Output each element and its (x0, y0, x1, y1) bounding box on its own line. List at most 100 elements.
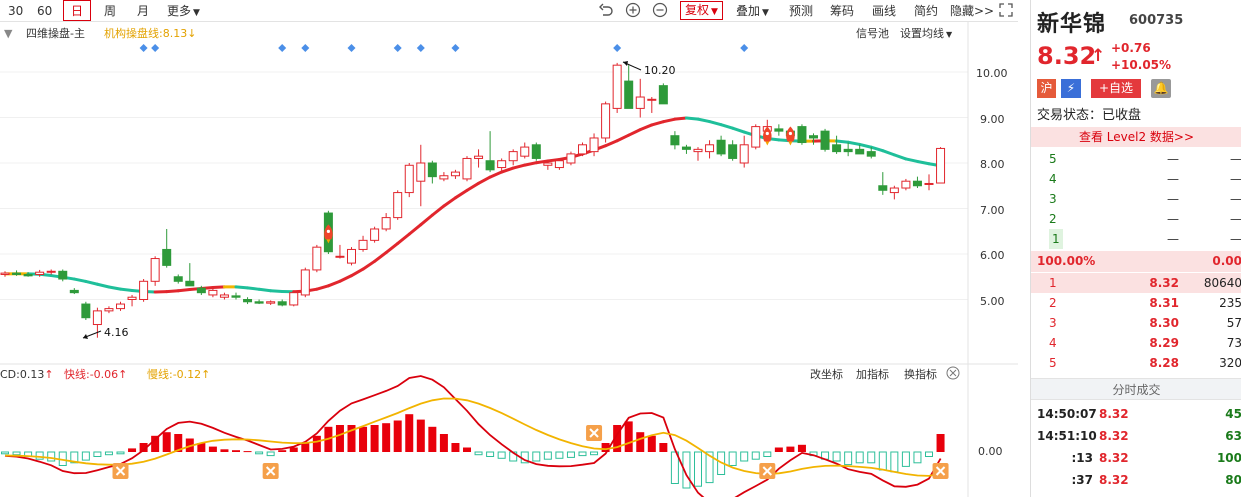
candle-body (58, 270, 68, 280)
macd-bar (936, 434, 945, 452)
price-change: +0.76 (1111, 41, 1151, 55)
candle-body (647, 98, 657, 101)
signal-pool-button[interactable]: 信号池 (856, 27, 889, 40)
macd-bar (890, 451, 899, 473)
macd-bar (913, 451, 922, 464)
hide-panel-button[interactable]: 隐藏>> (950, 2, 994, 20)
ticks-header: 分时成交 (1031, 378, 1241, 400)
overlay-label: 叠加 (736, 4, 761, 18)
macd-bar (901, 451, 910, 467)
level: 3 (1049, 192, 1057, 206)
tick-time: :37 (1071, 473, 1094, 487)
tick-volume: 100 (1216, 451, 1241, 465)
ma-segment (315, 284, 330, 291)
add-favorite-button[interactable]: +自选 (1091, 79, 1141, 98)
simple-mode-button[interactable]: 简约 (914, 2, 938, 20)
shanghai-badge: 沪 (1037, 79, 1056, 98)
macd-bar (855, 451, 864, 464)
crossover-x-icon (932, 463, 949, 479)
period-month-tab[interactable]: 月 (137, 2, 149, 20)
ma-segment (615, 133, 631, 143)
price: — (1167, 152, 1179, 166)
candle-body (81, 303, 91, 319)
candle-body (12, 272, 22, 275)
zoom-out-icon[interactable] (652, 2, 668, 18)
close-indicator-icon[interactable] (946, 366, 960, 380)
ma-segment (731, 126, 746, 134)
ma-segment (326, 279, 342, 288)
predict-button[interactable]: 预测 (789, 2, 813, 20)
level: 4 (1049, 172, 1057, 186)
chips-button[interactable]: 筹码 (830, 2, 854, 20)
undo-icon[interactable] (598, 2, 614, 18)
price-change-pct: +10.05% (1111, 58, 1172, 72)
candle-body (381, 217, 391, 230)
candle-body (277, 301, 287, 306)
macd-bar (359, 426, 368, 452)
macd-slow-line (4, 397, 941, 477)
price-axis: 10.00 9.00 8.00 7.00 6.00 5.00 (976, 67, 1008, 308)
inst-line-label: 机构操盘线:8.13↓ (104, 26, 196, 40)
crossover-x-icon (112, 463, 129, 479)
change-axis-button[interactable]: 改坐标 (810, 367, 843, 381)
candle-body (104, 308, 114, 312)
volume: 73 (1226, 336, 1241, 350)
candle-body (243, 299, 253, 303)
candle-body (185, 280, 195, 287)
expand-icon[interactable] (998, 2, 1014, 18)
candle-body (427, 162, 437, 178)
macd-bar (659, 443, 668, 452)
macd-bar (232, 450, 240, 452)
ma-segment (638, 123, 654, 132)
candle-body (670, 135, 680, 146)
sell-row: 5 — — (1031, 149, 1241, 169)
collapse-icon[interactable]: ▼ (4, 27, 13, 40)
signal-diamond (278, 44, 287, 52)
volume: — (1230, 212, 1241, 226)
ma-segment (107, 285, 122, 291)
period-week-tab[interactable]: 周 (104, 2, 116, 20)
period-30min-tab[interactable]: 30 (8, 2, 23, 20)
macd-bar (555, 451, 564, 459)
overlay-dropdown[interactable]: 叠加 ▼ (736, 2, 769, 20)
candle-body (520, 146, 530, 157)
kline-chart[interactable]: ▼ 四维操盘-主 机构操盘线:8.13↓ 信号池 设置均线 ▼ 10.00 9.0… (0, 22, 1018, 497)
period-60min-tab[interactable]: 60 (37, 2, 52, 20)
ma-segment (465, 181, 481, 192)
macd-bar (590, 451, 599, 456)
fuquan-dropdown[interactable]: 复权 ▼ (680, 1, 723, 20)
ma-segment (396, 232, 411, 245)
more-periods-dropdown[interactable]: 更多 ▼ (167, 2, 200, 20)
ma-segment (211, 285, 226, 290)
ma-segment (442, 196, 457, 208)
draw-line-button[interactable]: 画线 (872, 2, 896, 20)
macd-bar (451, 443, 460, 452)
level2-link[interactable]: 查看 Level2 数据>> (1031, 127, 1241, 147)
volume: — (1230, 152, 1241, 166)
macd-lines (4, 375, 942, 497)
price: 8.30 (1149, 316, 1179, 330)
zoom-in-icon[interactable] (625, 2, 641, 18)
trade-status: 交易状态：已收盘 (1037, 108, 1142, 123)
level: 4 (1049, 336, 1057, 350)
macd-bar (266, 451, 275, 457)
macd-bar (797, 444, 806, 452)
ma-segment (673, 116, 688, 121)
bell-icon[interactable]: 🔔 (1151, 79, 1171, 98)
flash-icon[interactable]: ⚡ (1061, 79, 1081, 98)
candle-body (69, 289, 79, 294)
candle-body (439, 175, 449, 180)
tick-volume: 45 (1225, 407, 1241, 421)
price: — (1167, 172, 1179, 186)
macd-bar (128, 448, 137, 452)
candle-body (843, 148, 853, 153)
macd-bar (1, 451, 9, 455)
price: — (1167, 212, 1179, 226)
add-indicator-button[interactable]: 加指标 (856, 367, 889, 381)
candle-body (485, 160, 495, 171)
price-tick: 7.00 (980, 204, 1005, 217)
period-day-tab[interactable]: 日 (63, 0, 92, 21)
high-price-label: 10.20 (644, 64, 676, 77)
switch-indicator-button[interactable]: 换指标 (904, 367, 937, 381)
set-ma-button[interactable]: 设置均线 ▼ (900, 26, 953, 40)
